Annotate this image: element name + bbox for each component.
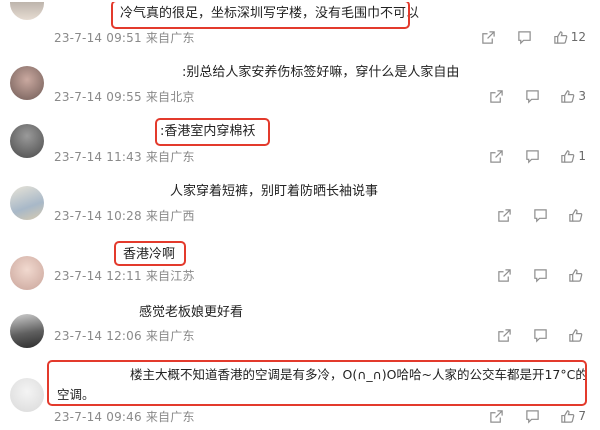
comment-button[interactable] (532, 207, 548, 223)
comment-meta: 23-7-14 11:43 来自广东 (54, 148, 195, 165)
comment-text: :别总给人家安养伤标签好嘛，穿什么是人家自由 (182, 65, 460, 80)
avatar[interactable] (10, 314, 44, 348)
comment-button[interactable] (532, 267, 548, 283)
comment-row: :别总给人家安养伤标签好嘛，穿什么是人家自由 23-7-14 09:55 来自北… (0, 60, 600, 110)
comment-row: 感觉老板娘更好看 23-7-14 12:06 来自广东 (0, 300, 600, 350)
share-button[interactable] (488, 148, 504, 164)
share-button[interactable] (481, 29, 497, 45)
share-icon (490, 409, 503, 423)
thumbs-up-icon (569, 328, 583, 342)
comment-actions: 3 (468, 88, 586, 104)
like-count: 12 (570, 30, 586, 44)
comment-location: 来自北京 (145, 90, 195, 104)
comment-location: 来自广西 (145, 209, 195, 223)
comment-actions: 1 (468, 148, 586, 164)
comment-location: 来自广东 (145, 150, 195, 164)
share-icon (490, 149, 503, 163)
comment-actions: 7 (468, 408, 586, 424)
comment-actions (476, 207, 586, 223)
share-button[interactable] (496, 207, 512, 223)
comment-meta: 23-7-14 09:55 来自北京 (54, 88, 195, 105)
comment-button[interactable] (517, 29, 533, 45)
comment-meta: 23-7-14 09:46 来自广东 (54, 408, 195, 425)
avatar[interactable] (10, 0, 44, 20)
avatar[interactable] (10, 124, 44, 158)
comment-meta: 23-7-14 10:28 来自广西 (54, 207, 195, 224)
comment-time: 23-7-14 09:55 (54, 90, 142, 104)
share-icon (497, 328, 511, 342)
comment-time: 23-7-14 12:11 (54, 269, 142, 283)
thumbs-up-icon (561, 409, 575, 423)
comment-text: 感觉老板娘更好看 (139, 305, 244, 320)
comment-meta: 23-7-14 12:06 来自广东 (54, 327, 195, 344)
comment-location: 来自广东 (145, 31, 195, 45)
comment-time: 23-7-14 09:46 (54, 410, 142, 424)
like-button[interactable] (568, 208, 586, 223)
like-count: 7 (578, 409, 586, 423)
share-icon (482, 30, 495, 44)
comment-location: 来自广东 (145, 329, 195, 343)
comment-location: 来自江苏 (145, 269, 195, 283)
comment-row: 人家穿着短裤，别盯着防晒长袖说事 23-7-14 10:28 来自广西 (0, 180, 600, 230)
thumbs-up-icon (569, 208, 583, 222)
share-icon (497, 268, 511, 282)
comment-icon (526, 89, 539, 104)
avatar[interactable] (10, 186, 44, 220)
like-button[interactable] (568, 268, 586, 283)
highlight-box (111, 0, 410, 29)
share-icon (497, 208, 511, 222)
thumbs-up-icon (561, 89, 575, 103)
like-button[interactable]: 7 (560, 409, 586, 424)
comment-time: 23-7-14 11:43 (54, 150, 142, 164)
comment-icon (533, 268, 547, 283)
like-button[interactable]: 3 (560, 89, 586, 104)
thumbs-up-icon (553, 30, 568, 44)
top-edge (0, 0, 600, 2)
highlight-box (47, 360, 587, 406)
like-button[interactable] (568, 328, 586, 343)
like-count: 1 (578, 149, 586, 163)
comment-row: :香港室内穿棉袄 23-7-14 11:43 来自广东 1 (0, 120, 600, 170)
comment-text: 人家穿着短裤，别盯着防晒长袖说事 (170, 184, 379, 199)
comment-location: 来自广东 (145, 410, 195, 424)
like-button[interactable]: 1 (560, 149, 586, 164)
comment-time: 23-7-14 09:51 (54, 31, 142, 45)
comment-icon (526, 409, 539, 424)
avatar[interactable] (10, 66, 44, 100)
thumbs-up-icon (569, 268, 583, 282)
comment-icon (533, 208, 547, 223)
share-icon (490, 89, 503, 103)
like-button[interactable]: 12 (553, 30, 586, 45)
comment-icon (518, 30, 531, 45)
comment-button[interactable] (524, 148, 540, 164)
thumbs-up-icon (561, 149, 575, 163)
comment-actions (476, 327, 586, 343)
comment-meta: 23-7-14 09:51 来自广东 (54, 29, 195, 46)
comment-icon (533, 328, 547, 343)
share-button[interactable] (488, 88, 504, 104)
avatar[interactable] (10, 378, 44, 412)
share-button[interactable] (496, 327, 512, 343)
comment-icon (526, 149, 539, 164)
comment-button[interactable] (524, 408, 540, 424)
comment-time: 23-7-14 12:06 (54, 329, 142, 343)
highlight-box (114, 241, 186, 266)
like-count: 3 (578, 89, 586, 103)
comment-time: 23-7-14 10:28 (54, 209, 142, 223)
share-button[interactable] (488, 408, 504, 424)
avatar[interactable] (10, 256, 44, 290)
comment-meta: 23-7-14 12:11 来自江苏 (54, 267, 195, 284)
comment-actions: 12 (461, 29, 586, 45)
share-button[interactable] (496, 267, 512, 283)
comment-button[interactable] (532, 327, 548, 343)
comment-actions (476, 267, 586, 283)
comment-row: 香港冷啊 23-7-14 12:11 来自江苏 (0, 240, 600, 290)
comment-button[interactable] (524, 88, 540, 104)
highlight-box (155, 118, 270, 146)
